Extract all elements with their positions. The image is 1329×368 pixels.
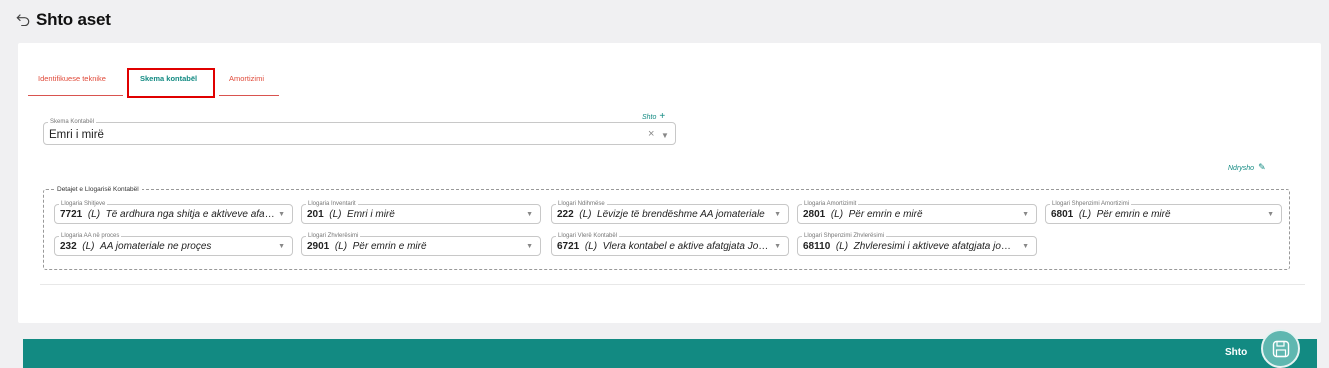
account-code: 232 [60,241,77,252]
account-code: 7721 [60,209,83,220]
account-name: Të ardhura nga shitja e aktiveve afatgja… [105,209,275,220]
field-label: Llogari Vlerë Kontabël [556,232,620,240]
tab-skema-kontabel[interactable]: Skema kontabël [127,68,215,98]
schema-label: Skema Kontabël [48,118,97,126]
account-code: 2801 [803,209,826,220]
schema-select[interactable]: Skema Kontabël Emri i mirë × ▼ [43,118,676,145]
account-select-depreciation-expense[interactable]: Llogari Shpenzimi Zhvlerësimi 68110 (L) … [797,232,1037,256]
account-select-depreciation[interactable]: Llogari Zhvlerësimi 2901 (L) Për emrin e… [301,232,541,256]
footer-bar: Shto [23,339,1317,368]
field-label: Llogari Zhvlerësimi [306,232,361,240]
chevron-down-icon[interactable]: ▼ [278,243,285,250]
account-name: Lëvizje të brendëshme AA jomateriale [597,209,765,220]
field-value: 7721 (L) Të ardhura nga shitja e aktivev… [60,209,275,220]
account-name: Për emrin e mirë [848,209,923,220]
field-label: Llogaria Inventarit [306,200,358,208]
chevron-down-icon[interactable]: ▼ [661,131,669,140]
tab-amortizimi[interactable]: Amortizimi [219,69,279,96]
page-header: Shto aset [0,0,1329,38]
account-select-aa-in-process[interactable]: Llogaria AA në proces 232 (L) AA jomater… [54,232,293,256]
chevron-down-icon[interactable]: ▼ [1022,243,1029,250]
edit-label: Ndrysho [1228,165,1255,172]
add-schema-label: Shto [642,114,657,121]
account-type: (L) [1078,209,1092,220]
schema-value: Emri i mirë [49,129,104,141]
field-label: Llogari Ndihmëse [556,200,607,208]
plus-icon: + [659,111,666,122]
account-name: AA jomateriale ne proçes [100,241,212,252]
field-value: 6721 (L) Vlera kontabel e aktive afatgja… [557,241,771,252]
account-code: 201 [307,209,324,220]
account-select-amortization[interactable]: Llogaria Amortizimit 2801 (L) Për emrin … [797,200,1037,224]
tab-identifikuese-teknike[interactable]: Identifikuese teknike [28,69,123,96]
account-type: (L) [835,241,849,252]
account-type: (L) [830,209,844,220]
chevron-down-icon[interactable]: ▼ [774,243,781,250]
account-select-sales[interactable]: Llogaria Shitjeve 7721 (L) Të ardhura ng… [54,200,293,224]
field-label: Llogari Shpenzimi Zhvlerësimi [802,232,887,240]
chevron-down-icon[interactable]: ▼ [526,211,533,218]
account-select-inventory[interactable]: Llogaria Inventarit 201 (L) Emri i mirë … [301,200,541,224]
account-name: Për emrin e mirë [1096,209,1171,220]
account-type: (L) [82,241,95,252]
field-value: 201 (L) Emri i mirë [307,209,523,220]
page-title: Shto aset [36,10,111,29]
section-divider [40,284,1305,285]
field-value: 6801 (L) Për emrin e mirë [1051,209,1264,220]
field-label: Llogaria Shitjeve [59,200,108,208]
account-type: (L) [334,241,348,252]
field-value: 2801 (L) Për emrin e mirë [803,209,1019,220]
chevron-down-icon[interactable]: ▼ [526,243,533,250]
account-code: 68110 [803,241,831,252]
chevron-down-icon[interactable]: ▼ [278,211,285,218]
field-value: 2901 (L) Për emrin e mirë [307,241,523,252]
account-code: 2901 [307,241,330,252]
account-type: (L) [329,209,342,220]
edit-link[interactable]: Ndrysho ✎ [1228,162,1266,173]
field-label: Llogaria Amortizimit [802,200,859,208]
account-type: (L) [579,209,592,220]
field-label: Llogaria AA në proces [59,232,122,240]
form-card: Identifikuese teknike Skema kontabël Amo… [18,43,1321,323]
account-code: 6801 [1051,209,1074,220]
account-name: Zhvleresimi i aktiveve afatgjata jomater… [853,241,1019,252]
save-button[interactable]: Shto [1225,347,1247,358]
field-value: 222 (L) Lëvizje të brendëshme AA jomater… [557,209,771,220]
account-code: 222 [557,209,574,220]
field-value: 232 (L) AA jomateriale ne proçes [60,241,275,252]
tab-bar: Identifikuese teknike Skema kontabël Amo… [28,68,286,98]
clear-icon[interactable]: × [648,128,654,140]
chevron-down-icon[interactable]: ▼ [774,211,781,218]
account-details-fieldset: Detajet e Llogarisë Kontabël Llogaria Sh… [43,185,1290,270]
account-select-amortization-expense[interactable]: Llogari Shpenzimi Amortizimi 6801 (L) Pë… [1045,200,1282,224]
account-name: Emri i mirë [347,209,395,220]
account-name: Për emrin e mirë [352,241,427,252]
account-code: 6721 [557,241,580,252]
add-schema-link[interactable]: Shto + [642,111,665,122]
field-label: Llogari Shpenzimi Amortizimi [1050,200,1132,208]
account-details-legend: Detajet e Llogarisë Kontabël [54,185,142,194]
account-type: (L) [87,209,101,220]
pencil-icon: ✎ [1258,162,1266,172]
account-name: Vlera kontabel e aktive afatgjata Jomate… [602,241,771,252]
chevron-down-icon[interactable]: ▼ [1022,211,1029,218]
field-value: 68110 (L) Zhvleresimi i aktiveve afatgja… [803,241,1019,252]
active-tab-highlight [127,68,215,98]
floppy-disk-icon[interactable] [1261,329,1300,368]
account-select-book-value[interactable]: Llogari Vlerë Kontabël 6721 (L) Vlera ko… [551,232,789,256]
account-type: (L) [584,241,598,252]
undo-arrow-icon[interactable] [16,12,32,28]
chevron-down-icon[interactable]: ▼ [1267,211,1274,218]
account-select-auxiliary[interactable]: Llogari Ndihmëse 222 (L) Lëvizje të bren… [551,200,789,224]
